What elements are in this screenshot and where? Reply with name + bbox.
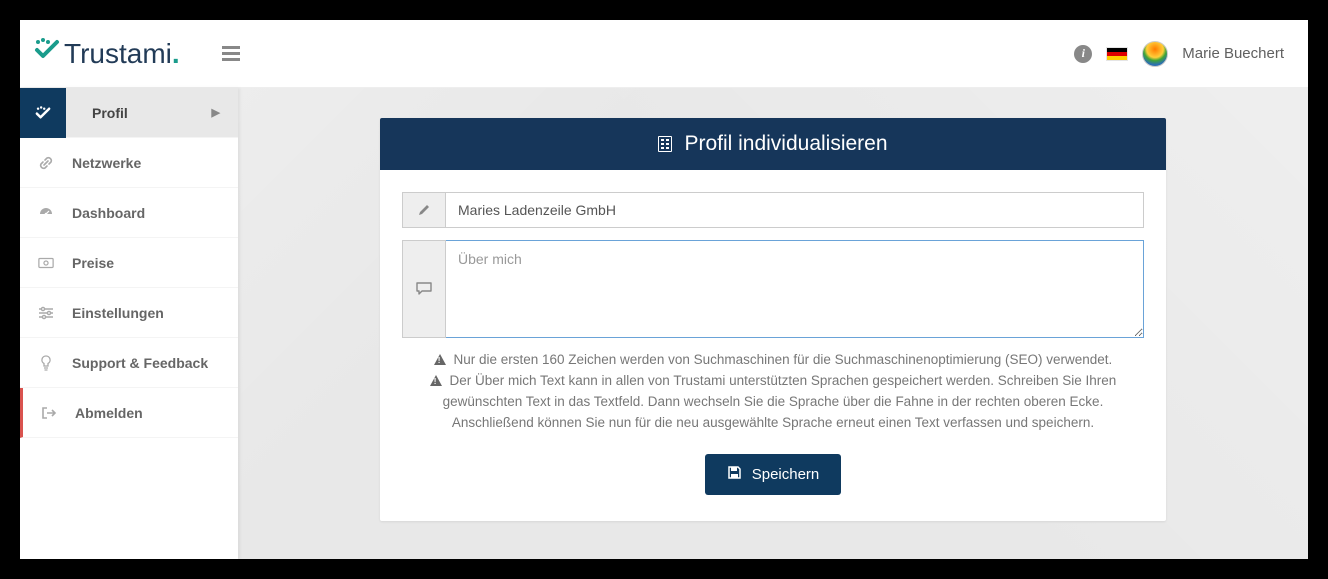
warning-icon: [434, 354, 446, 365]
sidebar-item-label: Dashboard: [72, 205, 145, 221]
save-button-label: Speichern: [752, 466, 820, 483]
about-textarea-row: [402, 240, 1144, 338]
building-icon: [658, 136, 672, 152]
app-frame: Trustami. i Marie Buechert Profil ▶: [20, 20, 1308, 559]
info-icon[interactable]: i: [1074, 45, 1092, 63]
sidebar-item-preise[interactable]: Preise: [20, 238, 238, 288]
sidebar-item-dashboard[interactable]: Dashboard: [20, 188, 238, 238]
sidebar-item-einstellungen[interactable]: Einstellungen: [20, 288, 238, 338]
check-icon: [34, 36, 60, 67]
brand-name: Trustami.: [64, 38, 180, 70]
sidebar-item-label: Profil: [92, 105, 128, 121]
company-name-input[interactable]: [446, 192, 1144, 228]
brand-logo[interactable]: Trustami.: [34, 38, 180, 70]
sidebar-item-abmelden[interactable]: Abmelden: [20, 388, 238, 438]
main-content: Profil individualisieren: [238, 88, 1308, 559]
warning-icon: [430, 375, 442, 386]
pencil-icon: [402, 192, 446, 228]
sidebar-item-netzwerke[interactable]: Netzwerke: [20, 138, 238, 188]
panel-header: Profil individualisieren: [380, 118, 1166, 170]
sidebar: Profil ▶ Netzwerke Dashboard Preise: [20, 88, 238, 559]
save-button[interactable]: Speichern: [705, 454, 842, 495]
company-input-row: [402, 192, 1144, 228]
lightbulb-icon: [38, 355, 54, 371]
hint-text-1: Nur die ersten 160 Zeichen werden von Su…: [453, 352, 1112, 367]
link-icon: [38, 155, 54, 171]
sidebar-item-label: Support & Feedback: [72, 355, 208, 371]
menu-toggle-icon[interactable]: [222, 46, 240, 61]
logout-icon: [41, 406, 57, 420]
money-icon: [38, 257, 54, 269]
sidebar-item-profil[interactable]: Profil ▶: [20, 88, 238, 138]
topbar: Trustami. i Marie Buechert: [20, 20, 1308, 88]
username-label[interactable]: Marie Buechert: [1182, 45, 1284, 62]
avatar[interactable]: [1142, 41, 1168, 67]
language-flag-de[interactable]: [1106, 47, 1128, 61]
profile-panel: Profil individualisieren: [380, 118, 1166, 521]
seo-hints: Nur die ersten 160 Zeichen werden von Su…: [402, 350, 1144, 434]
chevron-right-icon: ▶: [212, 106, 220, 119]
speech-bubble-icon: [402, 240, 446, 338]
about-textarea[interactable]: [446, 240, 1144, 338]
sidebar-item-label: Netzwerke: [72, 155, 141, 171]
sliders-icon: [38, 306, 54, 320]
hint-text-2: Der Über mich Text kann in allen von Tru…: [443, 373, 1117, 430]
save-icon: [727, 465, 742, 484]
panel-title: Profil individualisieren: [684, 132, 887, 156]
sidebar-item-label: Preise: [72, 255, 114, 271]
profile-icon: [35, 105, 51, 121]
dashboard-icon: [38, 205, 54, 221]
sidebar-item-label: Abmelden: [75, 405, 143, 421]
topbar-right: i Marie Buechert: [1074, 41, 1284, 67]
sidebar-item-label: Einstellungen: [72, 305, 164, 321]
sidebar-item-support[interactable]: Support & Feedback: [20, 338, 238, 388]
